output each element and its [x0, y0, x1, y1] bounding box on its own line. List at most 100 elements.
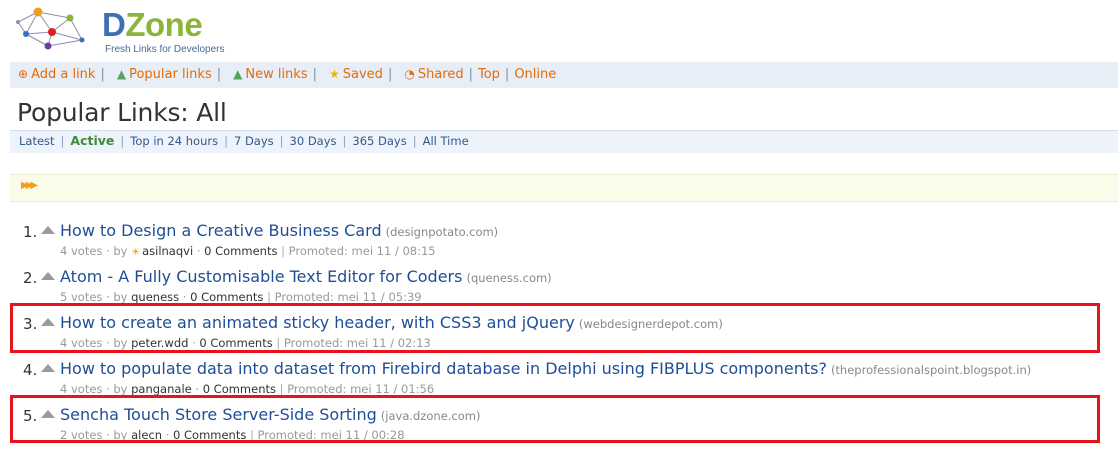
submitter-link[interactable]: asilnaqvi: [142, 244, 193, 258]
submitter-link[interactable]: queness: [131, 290, 179, 304]
nav-shared[interactable]: Shared: [418, 67, 464, 82]
link-title[interactable]: Atom - A Fully Customisable Text Editor …: [60, 267, 552, 286]
link-domain: (webdesignerdepot.com): [578, 317, 723, 331]
meta-dot: ·: [106, 382, 110, 396]
filter-7-days[interactable]: 7 Days: [234, 134, 274, 148]
expand-arrows-icon[interactable]: ▶▶▶: [21, 180, 38, 191]
promoted-time: Promoted: mei 11 / 02:13: [283, 336, 431, 350]
link-domain: (java.dzone.com): [380, 409, 481, 423]
link-meta: 5 votes · by queness · 0 Comments | Prom…: [60, 290, 422, 304]
nav-separator: |: [312, 67, 317, 82]
link-title[interactable]: Sencha Touch Store Server-Side Sorting (j…: [60, 405, 480, 424]
logo-zone: Zone: [125, 6, 203, 43]
comments-link[interactable]: 0 Comments: [204, 244, 277, 258]
comments-link[interactable]: 0 Comments: [199, 336, 272, 350]
nav-add-link[interactable]: Add a link: [31, 67, 95, 82]
list-item: 1. How to Design a Creative Business Car…: [0, 220, 1118, 266]
rank-number: 3.: [23, 315, 38, 333]
filter-separator: |: [279, 134, 284, 148]
vote-up-icon[interactable]: [41, 318, 55, 326]
submitter-link[interactable]: peter.wdd: [131, 336, 188, 350]
page-title: Popular Links: All: [17, 98, 227, 127]
promoted-time: Promoted: mei 11 / 08:15: [288, 244, 436, 258]
meta-dot: ·: [182, 290, 187, 304]
filter-top-24-hours[interactable]: Top in 24 hours: [130, 134, 218, 148]
nav-saved[interactable]: Saved: [343, 67, 383, 82]
by-label: by: [113, 382, 128, 396]
nav-popular-links[interactable]: Popular links: [129, 67, 212, 82]
link-title-text[interactable]: Atom - A Fully Customisable Text Editor …: [60, 267, 462, 286]
filter-separator: |: [60, 134, 65, 148]
logo-tagline: Fresh Links for Developers: [105, 44, 225, 55]
comments-link[interactable]: 0 Comments: [190, 290, 263, 304]
meta-pipe: |: [279, 382, 284, 396]
vote-up-icon[interactable]: [41, 410, 55, 418]
link-title[interactable]: How to create an animated sticky header,…: [60, 313, 723, 332]
logo-d: D: [102, 6, 126, 43]
rank-number: 1.: [23, 223, 38, 241]
promoted-time: Promoted: mei 11 / 01:56: [287, 382, 435, 396]
filter-30-days[interactable]: 30 Days: [290, 134, 337, 148]
time-filter-nav: Latest | Active | Top in 24 hours | 7 Days | 30 …: [10, 130, 1118, 153]
plus-circle-icon: ⊕: [18, 67, 29, 81]
list-item: 4. How to populate data into dataset fro…: [0, 358, 1118, 404]
filter-active[interactable]: Active: [70, 133, 114, 148]
by-label: by: [113, 290, 128, 304]
logo-wordmark: DZone: [102, 6, 203, 44]
link-title-text[interactable]: Sencha Touch Store Server-Side Sorting: [60, 405, 377, 424]
vote-count: 4 votes: [60, 336, 103, 350]
link-title[interactable]: How to Design a Creative Business Card (d…: [60, 221, 498, 240]
meta-dot: ·: [106, 428, 110, 442]
by-label: by: [113, 244, 128, 258]
link-meta: 4 votes · by ☀ asilnaqvi · 0 Comments | P…: [60, 244, 436, 258]
link-domain: (queness.com): [466, 271, 552, 285]
link-title-text[interactable]: How to create an animated sticky header,…: [60, 313, 575, 332]
link-meta: 2 votes · by alecn · 0 Comments | Promot…: [60, 428, 405, 442]
by-label: by: [113, 336, 128, 350]
link-domain: (designpotato.com): [385, 225, 499, 239]
filter-separator: |: [412, 134, 417, 148]
link-title-text[interactable]: How to populate data into dataset from F…: [60, 359, 827, 378]
by-label: by: [113, 428, 128, 442]
nav-separator: |: [387, 67, 393, 82]
link-meta: 4 votes · by panganale · 0 Comments | Pr…: [60, 382, 434, 396]
meta-pipe: |: [281, 244, 285, 258]
filter-365-days[interactable]: 365 Days: [352, 134, 406, 148]
info-bar: ▶▶▶: [10, 174, 1118, 202]
dzone-logo[interactable]: DZone Fresh Links for Developers: [14, 4, 234, 55]
submitter-link[interactable]: alecn: [131, 428, 162, 442]
comments-link[interactable]: 0 Comments: [173, 428, 246, 442]
star-icon: ★: [329, 67, 340, 81]
popular-icon: ▲: [116, 67, 127, 81]
filter-separator: |: [120, 134, 125, 148]
meta-pipe: |: [250, 428, 254, 442]
meta-dot: ·: [196, 244, 201, 258]
submitter-link[interactable]: panganale: [131, 382, 192, 396]
meta-dot: ·: [106, 290, 110, 304]
vote-count: 4 votes: [60, 244, 103, 258]
vote-up-icon[interactable]: [41, 226, 55, 234]
filter-all-time[interactable]: All Time: [423, 134, 469, 148]
filter-latest[interactable]: Latest: [19, 134, 55, 148]
network-logo-icon: [16, 7, 85, 50]
vote-up-icon[interactable]: [41, 364, 55, 372]
link-domain: (theprofessionalspoint.blogspot.in): [830, 363, 1032, 377]
nav-online[interactable]: Online: [514, 67, 556, 82]
link-title[interactable]: How to populate data into dataset from F…: [60, 359, 1031, 378]
nav-top[interactable]: Top: [478, 67, 500, 82]
bulb-icon: ☀: [131, 247, 141, 258]
vote-count: 5 votes: [60, 290, 103, 304]
promoted-time: Promoted: mei 11 / 00:28: [257, 428, 405, 442]
list-item: 2. Atom - A Fully Customisable Text Edit…: [0, 266, 1118, 312]
filter-separator: |: [224, 134, 228, 148]
vote-up-icon[interactable]: [41, 272, 55, 280]
rank-number: 4.: [23, 361, 38, 379]
comments-link[interactable]: 0 Comments: [203, 382, 276, 396]
rank-number: 2.: [23, 269, 38, 287]
meta-dot: ·: [195, 382, 200, 396]
nav-new-links[interactable]: New links: [245, 67, 307, 82]
rss-icon: ◔: [404, 67, 415, 81]
list-item: 3. How to create an animated sticky head…: [0, 312, 1118, 358]
list-item: 5. Sencha Touch Store Server-Side Sortin…: [0, 404, 1118, 450]
link-title-text[interactable]: How to Design a Creative Business Card: [60, 221, 382, 240]
